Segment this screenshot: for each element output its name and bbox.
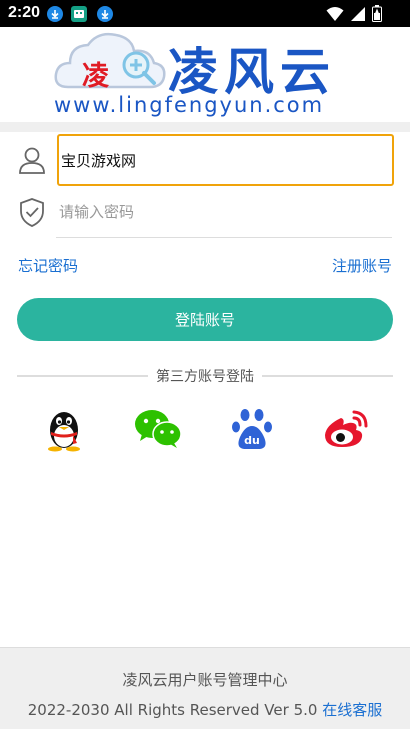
row-divider [56, 237, 392, 238]
logo: 凌 凌风云 www.lingfengyun.com [0, 27, 410, 122]
app-icon [71, 6, 87, 22]
svg-text:du: du [244, 434, 260, 447]
password-input[interactable] [57, 186, 394, 238]
user-icon [19, 147, 45, 174]
username-row [0, 134, 410, 186]
username-input[interactable] [57, 134, 394, 186]
qq-login-button[interactable] [39, 404, 89, 454]
battery-icon [372, 5, 382, 22]
download-icon [97, 6, 113, 22]
third-party-divider: 第三方账号登陆 [17, 364, 393, 388]
login-button[interactable]: 登陆账号 [17, 298, 393, 341]
separator-band [0, 122, 410, 132]
system-icons [326, 5, 382, 22]
register-link[interactable]: 注册账号 [332, 255, 392, 276]
signal-icon [351, 6, 365, 21]
third-party-title: 第三方账号登陆 [148, 366, 262, 386]
logo-badge-text: 凌 [82, 61, 109, 92]
cloud-logo-icon [54, 32, 166, 89]
baidu-login-button[interactable]: du [227, 404, 277, 454]
shield-icon [20, 198, 44, 227]
wifi-icon [326, 6, 344, 21]
logo-url: www.lingfengyun.com [54, 93, 325, 117]
qq-icon [48, 412, 80, 452]
footer-copyright: 2022-2030 All Rights Reserved Ver 5.0 [27, 701, 318, 719]
online-service-link[interactable]: 在线客服 [322, 701, 382, 719]
download-icon [47, 6, 63, 22]
wechat-icon [135, 410, 182, 448]
footer: 凌风云用户账号管理中心 2022-2030 All Rights Reserve… [0, 647, 410, 729]
wechat-login-button[interactable] [133, 404, 183, 454]
password-row [0, 186, 410, 238]
status-time: 2:20 [8, 4, 41, 21]
weibo-login-button[interactable] [321, 404, 371, 454]
login-screen: 2:20 凌 凌风云 www.lingfengyun.com 宝贝游戏网 忘记密… [0, 0, 410, 729]
baidu-icon: du [232, 409, 272, 449]
footer-title: 凌风云用户账号管理中心 [122, 671, 288, 689]
forgot-password-link[interactable]: 忘记密码 [18, 255, 78, 276]
status-bar: 2:20 [0, 0, 410, 27]
footer-copyright-line: 2022-2030 All Rights Reserved Ver 5.0 在线… [0, 699, 410, 720]
weibo-icon [325, 410, 368, 447]
